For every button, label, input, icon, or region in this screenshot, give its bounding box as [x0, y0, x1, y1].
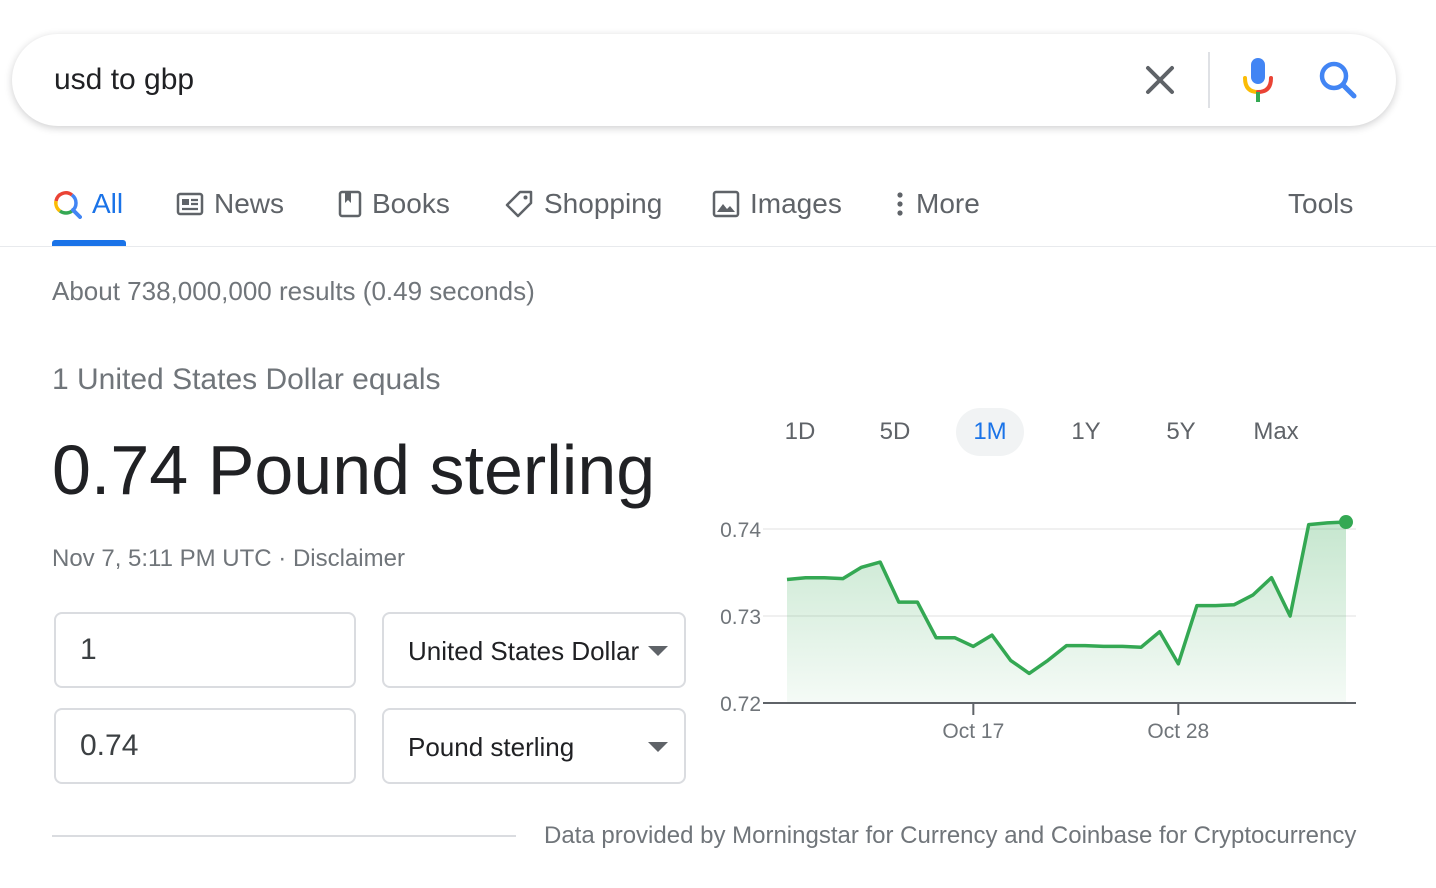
range-tab-5y[interactable]: 5Y	[1147, 408, 1215, 456]
rate-area	[787, 522, 1346, 703]
tab-images[interactable]: Images	[712, 184, 842, 224]
range-tab-1y[interactable]: 1Y	[1052, 408, 1120, 456]
exchange-rate-chart[interactable]: 0.74 0.73 0.72 Oct 17 Oct 28	[700, 500, 1370, 760]
timestamp-text: Nov 7, 5:11 PM UTC	[52, 545, 272, 572]
chevron-down-icon	[648, 646, 668, 656]
voice-search-button[interactable]	[1238, 56, 1278, 104]
close-icon	[1146, 66, 1174, 94]
to-currency-select[interactable]: Pound sterling	[382, 708, 686, 784]
conversion-caption: 1 United States Dollar equals	[52, 363, 441, 396]
tab-more[interactable]: More	[894, 184, 980, 224]
search-icon	[52, 189, 82, 219]
image-icon	[712, 190, 740, 218]
y-tick-label: 0.74	[720, 519, 761, 542]
tab-label: All	[92, 188, 124, 219]
to-currency-label: Pound sterling	[408, 732, 575, 762]
timestamp-separator: ·	[271, 545, 293, 572]
search-button[interactable]	[1316, 58, 1360, 102]
search-query[interactable]: usd to gbp	[54, 60, 194, 100]
tab-all[interactable]: All	[52, 184, 123, 224]
chevron-down-icon	[648, 742, 668, 752]
book-icon	[338, 190, 362, 218]
microphone-icon	[1243, 58, 1273, 102]
range-tab-1d[interactable]: 1D	[766, 408, 834, 456]
search-icon	[1319, 61, 1357, 99]
from-currency-select[interactable]: United States Dollar	[382, 612, 686, 688]
tag-icon	[504, 189, 534, 219]
y-tick-label: 0.72	[720, 693, 761, 716]
rate-timestamp: Nov 7, 5:11 PM UTC · Disclaimer	[52, 545, 405, 573]
search-divider	[1208, 52, 1210, 108]
tab-books[interactable]: Books	[338, 184, 450, 224]
from-amount-box[interactable]	[54, 612, 356, 688]
range-tab-1m[interactable]: 1M	[956, 408, 1024, 456]
range-tab-5d[interactable]: 5D	[861, 408, 929, 456]
conversion-result: 0.74 Pound sterling	[52, 431, 656, 509]
tab-news[interactable]: News	[176, 184, 284, 224]
search-tabs: All News Books Shopping Images More Tool…	[0, 170, 1436, 246]
from-currency-label: United States Dollar	[408, 636, 640, 666]
tab-label: News	[214, 188, 285, 219]
to-amount-input[interactable]	[56, 710, 354, 782]
tab-label: Images	[750, 188, 842, 219]
data-source-note: Data provided by Morningstar for Currenc…	[544, 822, 1357, 849]
footer-divider	[52, 835, 516, 837]
more-vert-icon	[894, 190, 906, 218]
news-icon	[176, 192, 204, 216]
clear-search-button[interactable]	[1140, 60, 1180, 100]
x-tick-label: Oct 28	[1147, 720, 1209, 743]
tools-button[interactable]: Tools	[1288, 184, 1353, 224]
range-tab-max[interactable]: Max	[1242, 408, 1310, 456]
tabs-divider	[0, 246, 1436, 247]
to-amount-box[interactable]	[54, 708, 356, 784]
x-tick-label: Oct 17	[942, 720, 1004, 743]
tab-label: Books	[372, 188, 450, 219]
result-stats: About 738,000,000 results (0.49 seconds)	[52, 276, 535, 306]
tab-label: Shopping	[544, 188, 663, 219]
search-bar[interactable]: usd to gbp	[12, 34, 1396, 126]
y-tick-label: 0.73	[720, 606, 761, 629]
latest-point-marker	[1339, 515, 1353, 530]
tab-label: More	[916, 188, 980, 219]
tab-shopping[interactable]: Shopping	[504, 184, 662, 224]
from-amount-input[interactable]	[56, 614, 354, 686]
disclaimer-link[interactable]: Disclaimer	[293, 545, 405, 572]
